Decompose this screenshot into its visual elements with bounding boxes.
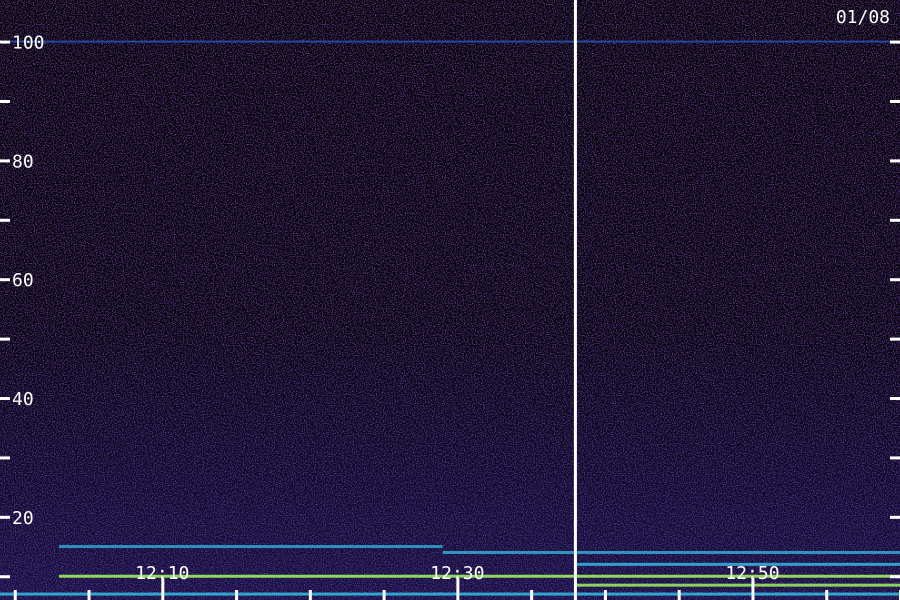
y-tick-left-20 bbox=[0, 515, 10, 519]
y-tick-right-60 bbox=[890, 278, 900, 282]
y-tick-left-30 bbox=[0, 456, 10, 460]
y-tick-label-60: 60 bbox=[12, 270, 34, 291]
x-tick-1215 bbox=[235, 590, 239, 600]
y-tick-right-20 bbox=[890, 515, 900, 519]
x-tick-1240 bbox=[603, 590, 607, 600]
y-tick-left-40 bbox=[0, 397, 10, 401]
time-marker bbox=[573, 0, 577, 600]
y-tick-right-90 bbox=[890, 99, 900, 103]
x-tick-label-1230: 12:30 bbox=[430, 563, 484, 584]
band-2 bbox=[442, 550, 900, 554]
date-label: 01/08 bbox=[836, 7, 890, 28]
y-tick-label-80: 80 bbox=[12, 151, 34, 172]
y-tick-left-60 bbox=[0, 278, 10, 282]
y-tick-label-40: 40 bbox=[12, 389, 34, 410]
band-5 bbox=[575, 583, 900, 587]
y-tick-right-80 bbox=[890, 159, 900, 163]
band-1 bbox=[59, 545, 443, 549]
spectrogram-plot: 20 40 60 80 100 12:10 12:30 12:50 01/08 bbox=[0, 0, 900, 600]
y-tick-left-90 bbox=[0, 99, 10, 103]
y-tick-label-100: 100 bbox=[12, 33, 45, 54]
y-tick-left-80 bbox=[0, 159, 10, 163]
x-tick-1235 bbox=[530, 590, 534, 600]
x-tick-1245 bbox=[677, 590, 681, 600]
x-tick-label-1210: 12:10 bbox=[135, 563, 189, 584]
y-tick-right-10 bbox=[890, 575, 900, 579]
x-tick-1220 bbox=[308, 590, 312, 600]
x-tick-1225 bbox=[382, 590, 386, 600]
y-tick-right-30 bbox=[890, 456, 900, 460]
y-tick-right-50 bbox=[890, 337, 900, 341]
y-tick-left-10 bbox=[0, 575, 10, 579]
x-tick-label-1250: 12:50 bbox=[725, 563, 779, 584]
x-tick-1205 bbox=[87, 590, 91, 600]
y-tick-right-100 bbox=[890, 40, 900, 44]
band-0 bbox=[0, 40, 900, 43]
spectrogram-chart: 20 40 60 80 100 12:10 12:30 12:50 01/08 bbox=[0, 0, 900, 600]
y-tick-right-40 bbox=[890, 397, 900, 401]
marker-line bbox=[573, 0, 577, 600]
x-tick-1200 bbox=[13, 590, 17, 600]
y-tick-left-50 bbox=[0, 337, 10, 341]
band-6 bbox=[0, 592, 900, 596]
x-tick-1255 bbox=[825, 590, 829, 600]
y-tick-left-100 bbox=[0, 40, 10, 44]
low-frequency-glow bbox=[0, 0, 900, 600]
y-tick-label-20: 20 bbox=[12, 508, 34, 529]
y-tick-right-70 bbox=[890, 218, 900, 222]
y-tick-left-70 bbox=[0, 218, 10, 222]
